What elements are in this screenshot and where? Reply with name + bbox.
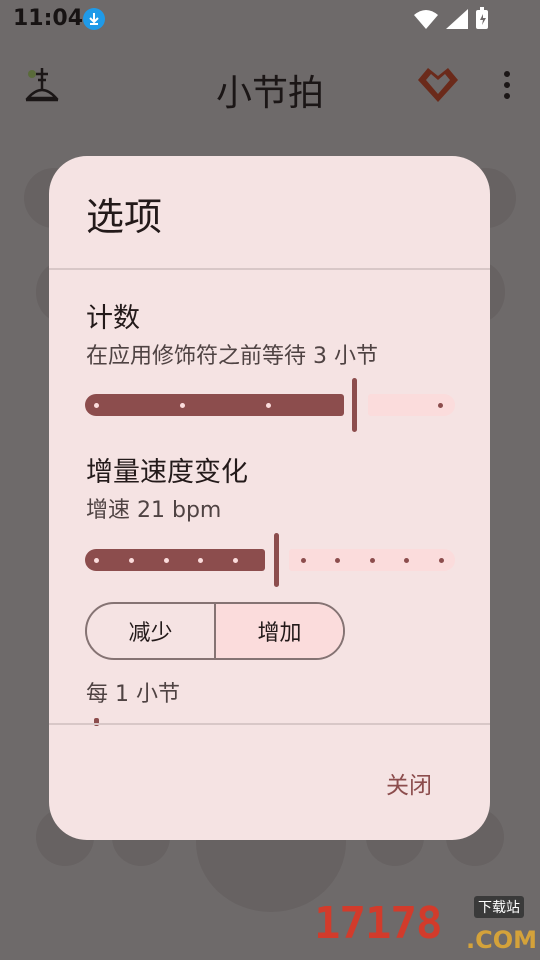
- options-dialog: 选项 计数 在应用修饰符之前等待 3 小节 增量速度变化 增速 21 bpm 减…: [49, 156, 490, 840]
- tempo-tick-4: [198, 558, 203, 563]
- divider-top: [49, 268, 490, 270]
- tempo-tick-2: [129, 558, 134, 563]
- tempo-slider-thumb[interactable]: [274, 533, 279, 587]
- tempo-tick-1: [94, 558, 99, 563]
- dialog-title: 选项: [86, 195, 163, 239]
- tempo-slider-active-track: [85, 549, 265, 571]
- count-slider-thumb[interactable]: [352, 378, 357, 432]
- direction-toggle: 减少 增加: [85, 602, 345, 660]
- decrease-button[interactable]: 减少: [87, 604, 214, 658]
- count-tick-3: [266, 403, 271, 408]
- divider-bottom: [49, 723, 490, 725]
- tempo-tick-10: [404, 558, 409, 563]
- watermark-number: 17178: [314, 898, 442, 949]
- increase-button[interactable]: 增加: [214, 604, 343, 658]
- tempo-tick-5: [233, 558, 238, 563]
- count-subtitle: 在应用修饰符之前等待 3 小节: [86, 344, 378, 369]
- tempo-slider[interactable]: [85, 533, 455, 587]
- tempo-tick-8: [335, 558, 340, 563]
- tempo-tick-9: [370, 558, 375, 563]
- watermark-tag: 下载站: [474, 896, 524, 918]
- watermark-suffix: .COM: [466, 926, 538, 954]
- count-tick-2: [180, 403, 185, 408]
- count-slider-active-track: [85, 394, 344, 416]
- count-tick-5: [438, 403, 443, 408]
- tempo-title: 增量速度变化: [86, 457, 248, 488]
- tempo-subtitle: 增速 21 bpm: [86, 498, 222, 523]
- tempo-tick-11: [439, 558, 444, 563]
- count-title: 计数: [86, 303, 140, 334]
- tempo-tick-3: [164, 558, 169, 563]
- close-button[interactable]: 关闭: [386, 766, 432, 800]
- site-watermark: 17178 .COM 下载站: [314, 896, 538, 956]
- count-tick-1: [94, 403, 99, 408]
- per-bar-label: 每 1 小节: [86, 682, 180, 707]
- count-slider[interactable]: [85, 378, 455, 432]
- tempo-tick-7: [301, 558, 306, 563]
